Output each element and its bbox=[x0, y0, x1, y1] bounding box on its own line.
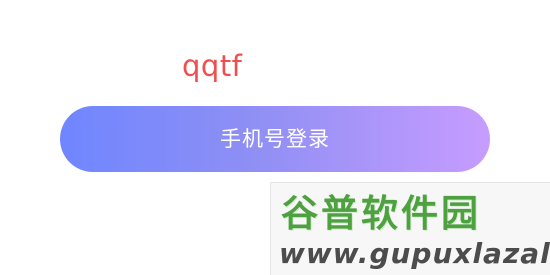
app-name: qqtf bbox=[182, 49, 243, 83]
watermark-brand-text: 谷普软件园 bbox=[281, 192, 481, 235]
phone-login-button[interactable]: 手机号登录 bbox=[60, 106, 490, 172]
watermark-url-text: www.gupuxlazal.com bbox=[279, 237, 550, 270]
watermark: 谷普软件园 www.gupuxlazal.com bbox=[270, 182, 550, 275]
